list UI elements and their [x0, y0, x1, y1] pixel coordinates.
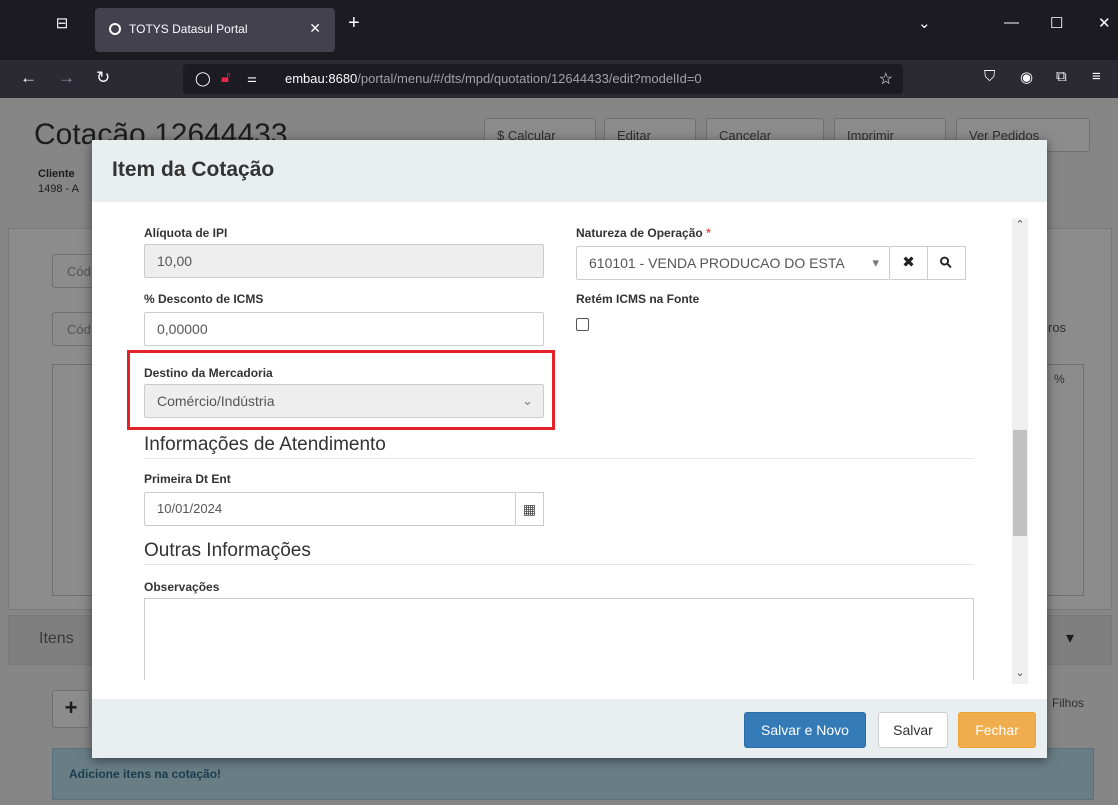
- clear-icon: ✖: [902, 254, 915, 271]
- minimize-icon[interactable]: —: [1004, 14, 1019, 31]
- section-atendimento-title: Informações de Atendimento: [144, 434, 386, 455]
- natureza-label: Natureza de Operação *: [576, 226, 711, 240]
- aliquota-ipi-field: 10,00: [144, 244, 544, 278]
- calendar-button[interactable]: ▦: [516, 492, 544, 526]
- section-divider: [144, 564, 974, 565]
- retem-icms-label: Retém ICMS na Fonte: [576, 292, 700, 306]
- clear-natureza-button[interactable]: ✖: [890, 246, 928, 280]
- observacoes-textarea[interactable]: [144, 598, 974, 680]
- url-text[interactable]: embau:8680/portal/menu/#/dts/mpd/quotati…: [285, 71, 702, 86]
- permissions-icon[interactable]: ⚌: [247, 72, 257, 85]
- aliquota-ipi-label: Alíquota de IPI: [144, 226, 228, 240]
- retem-icms-checkbox[interactable]: [576, 318, 589, 331]
- natureza-select[interactable]: 610101 - VENDA PRODUCAO DO ESTA ▾: [576, 246, 890, 280]
- modal-body: Alíquota de IPI 10,00 Natureza de Operaç…: [92, 202, 1027, 680]
- address-bar[interactable]: ◯ 🔓︎ ⚌ embau:8680/portal/menu/#/dts/mpd/…: [183, 64, 903, 94]
- extensions-icon[interactable]: ⧉: [1056, 68, 1067, 85]
- back-icon[interactable]: ←: [20, 68, 37, 88]
- browser-tab[interactable]: TOTYS Datasul Portal ✕: [95, 8, 335, 52]
- observacoes-label: Observações: [144, 580, 220, 594]
- modal-footer: Salvar e Novo Salvar Fechar: [92, 699, 1047, 758]
- site-favicon-icon: [109, 23, 121, 35]
- insecure-lock-icon[interactable]: 🔓︎: [221, 69, 231, 86]
- search-natureza-button[interactable]: ⚲: [928, 246, 966, 280]
- destino-highlight-annotation: [127, 350, 555, 430]
- item-cotacao-modal: Item da Cotação Alíquota de IPI 10,00 Na…: [92, 140, 1047, 758]
- bookmark-star-icon[interactable]: ☆: [879, 69, 893, 89]
- menu-icon[interactable]: ≡: [1092, 68, 1101, 85]
- primeira-dt-label: Primeira Dt Ent: [144, 472, 231, 486]
- search-icon: ⚲: [936, 252, 957, 273]
- section-divider: [144, 458, 974, 459]
- natureza-value: 610101 - VENDA PRODUCAO DO ESTA: [589, 255, 845, 271]
- tracking-shield-icon[interactable]: ◯: [195, 70, 211, 87]
- tab-title: TOTYS Datasul Portal: [129, 22, 248, 36]
- forward-icon[interactable]: →: [58, 68, 75, 88]
- pocket-icon[interactable]: ⛉: [984, 68, 995, 85]
- tab-list-icon[interactable]: ⊟: [52, 14, 72, 34]
- tab-overflow-chevron-icon[interactable]: ⌄: [918, 14, 931, 32]
- desconto-icms-input[interactable]: 0,00000: [144, 312, 544, 346]
- scroll-down-icon[interactable]: ⌄: [1014, 666, 1026, 682]
- calendar-icon: ▦: [522, 501, 537, 517]
- close-button[interactable]: Fechar: [958, 712, 1036, 748]
- required-mark: *: [706, 226, 711, 240]
- close-window-icon[interactable]: ✕: [1098, 14, 1111, 32]
- browser-navbar: ← → ↻ ◯ 🔓︎ ⚌ embau:8680/portal/menu/#/dt…: [0, 60, 1118, 98]
- save-button[interactable]: Salvar: [878, 712, 948, 748]
- modal-scrollbar[interactable]: ⌃ ⌄: [1012, 218, 1028, 684]
- reload-icon[interactable]: ↻: [96, 68, 110, 88]
- scroll-thumb[interactable]: [1013, 430, 1027, 536]
- maximize-icon[interactable]: ☐: [1050, 14, 1063, 32]
- account-icon[interactable]: ◉: [1020, 68, 1033, 86]
- dropdown-caret-icon: ▾: [868, 247, 879, 279]
- section-outras-title: Outras Informações: [144, 540, 311, 561]
- desconto-icms-label: % Desconto de ICMS: [144, 292, 264, 306]
- save-new-button[interactable]: Salvar e Novo: [744, 712, 866, 748]
- modal-title: Item da Cotação: [112, 158, 275, 181]
- new-tab-icon[interactable]: +: [348, 12, 360, 35]
- scroll-up-icon[interactable]: ⌃: [1014, 218, 1026, 234]
- tab-close-icon[interactable]: ✕: [309, 20, 321, 37]
- browser-tabbar: ⊟ TOTYS Datasul Portal ✕ + ⌄ — ☐ ✕: [0, 0, 1118, 60]
- modal-header: Item da Cotação: [92, 140, 1047, 202]
- primeira-dt-input[interactable]: 10/01/2024: [144, 492, 516, 526]
